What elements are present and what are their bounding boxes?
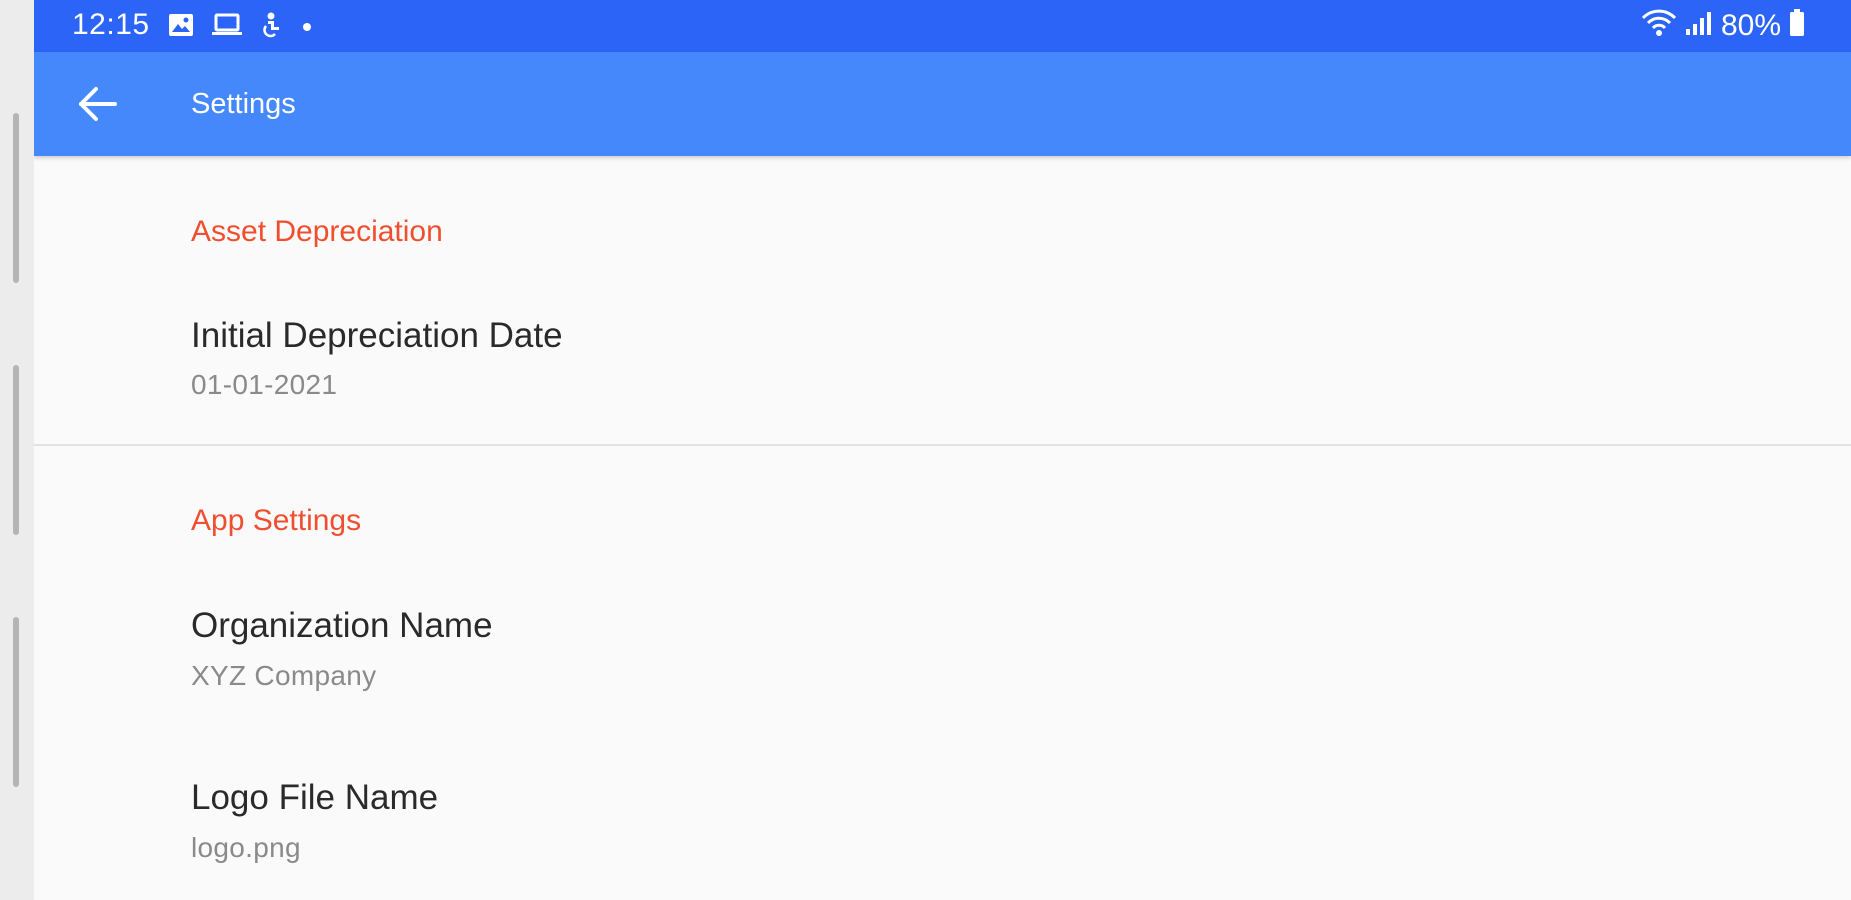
pref-organization-name[interactable]: Organization Name XYZ Company	[34, 586, 1851, 714]
arrow-back-icon	[78, 86, 118, 127]
pref-summary: logo.png	[191, 832, 301, 863]
pref-summary: XYZ Company	[191, 660, 377, 691]
page-title: Settings	[191, 88, 296, 120]
accessibility-icon	[260, 12, 284, 43]
wifi-icon	[1641, 8, 1677, 43]
section-divider	[34, 444, 1851, 446]
image-icon	[168, 13, 194, 42]
left-rail	[0, 0, 34, 900]
section-header-app-settings: App Settings	[191, 504, 362, 537]
pref-title: Initial Depreciation Date	[191, 316, 563, 355]
pref-summary: 01-01-2021	[191, 369, 338, 400]
settings-screen: 12:15 80% Settings Asset Depreciation In…	[34, 0, 1851, 900]
app-bar: Settings	[34, 52, 1851, 156]
rail-indicator	[13, 113, 19, 283]
pref-title: Logo File Name	[191, 778, 439, 817]
notification-icons	[168, 12, 312, 43]
pref-initial-depreciation-date[interactable]: Initial Depreciation Date 01-01-2021	[34, 296, 1851, 424]
section-header-asset-depreciation: Asset Depreciation	[191, 215, 443, 248]
battery-icon	[1789, 9, 1805, 42]
signal-icon	[1685, 10, 1713, 41]
battery-percentage: 80%	[1720, 8, 1781, 42]
status-bar: 12:15 80%	[34, 0, 1851, 52]
pref-logo-file-name[interactable]: Logo File Name logo.png	[34, 758, 1851, 886]
dot-icon	[302, 19, 312, 37]
system-icons: 80%	[1641, 8, 1805, 43]
rail-indicator	[13, 617, 19, 787]
status-time: 12:15	[72, 8, 150, 41]
pref-title: Organization Name	[191, 606, 493, 645]
rail-indicator	[13, 365, 19, 535]
back-button[interactable]	[72, 80, 124, 132]
laptop-icon	[212, 13, 242, 42]
